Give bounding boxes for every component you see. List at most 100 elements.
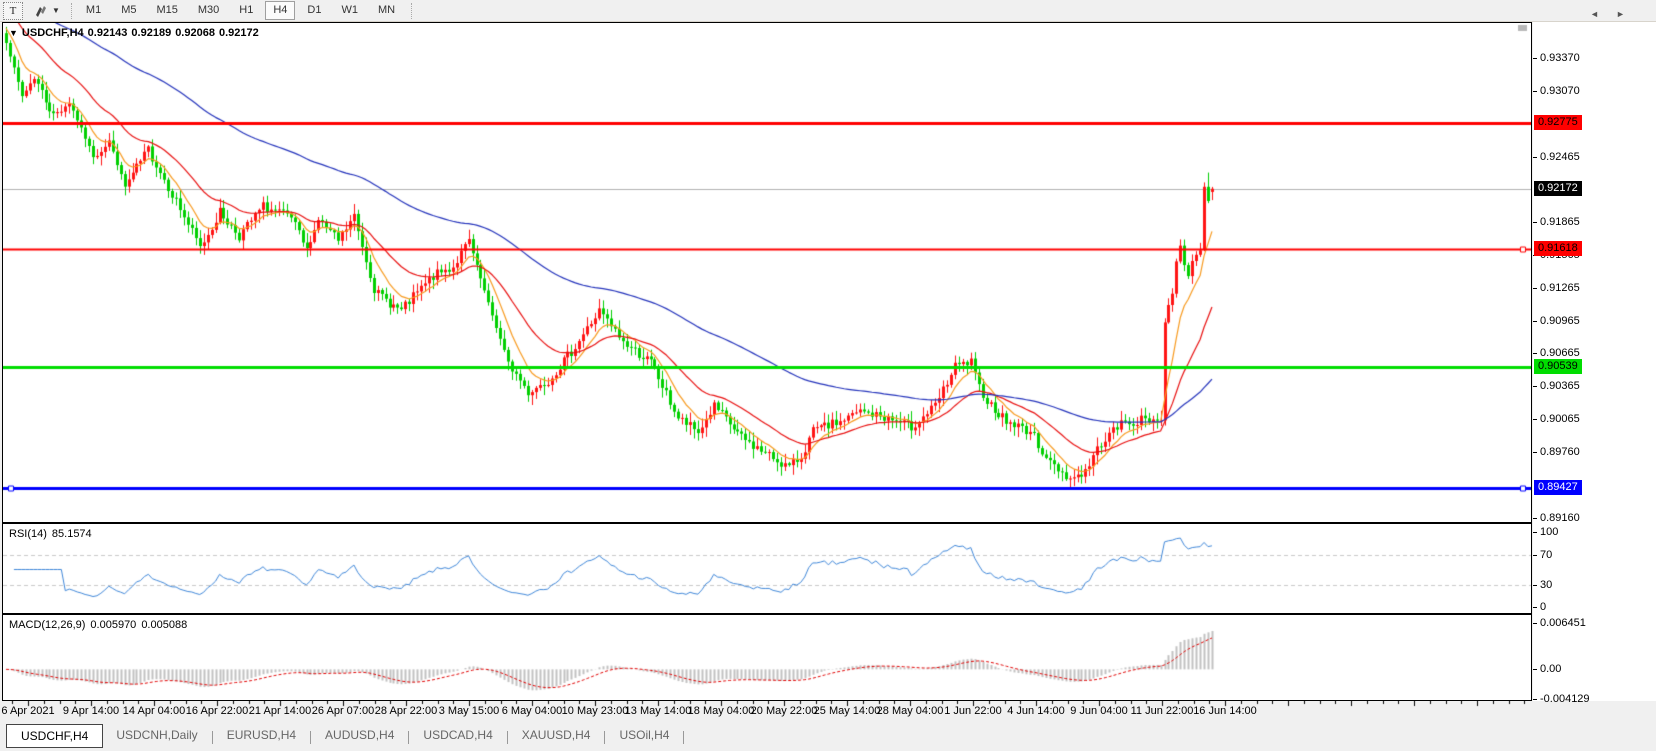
time-axis-label: 21 Apr 14:00 xyxy=(249,705,311,717)
timeframe-button-m5[interactable]: M5 xyxy=(113,1,144,20)
chart-tab-usoil[interactable]: USOil,H4 xyxy=(606,725,682,745)
price-tick-label: 0.91265 xyxy=(1540,282,1580,295)
time-axis-label: 6 Apr 2021 xyxy=(1,705,54,717)
axis-tick-mark xyxy=(1533,353,1537,354)
time-axis[interactable]: 6 Apr 20219 Apr 14:0014 Apr 04:0016 Apr … xyxy=(2,701,1532,722)
price-tick-label: 0.90965 xyxy=(1540,315,1580,328)
macd-tick-label: 0.00 xyxy=(1540,663,1561,676)
timeframe-button-mn[interactable]: MN xyxy=(370,1,403,20)
timeframe-button-h4[interactable]: H4 xyxy=(265,1,295,20)
price-tick-label: 0.89160 xyxy=(1540,512,1580,525)
tab-separator xyxy=(212,731,213,744)
macd-canvas[interactable] xyxy=(3,615,1531,700)
time-axis-label: 11 Jun 22:00 xyxy=(1131,705,1194,717)
chart-tab-usdcnh[interactable]: USDCNH,Daily xyxy=(103,725,210,745)
ohlc-high: 0.92189 xyxy=(131,27,171,39)
price-tick-label: 0.92465 xyxy=(1540,151,1580,164)
time-axis-label: 6 May 04:00 xyxy=(502,705,563,717)
chevron-down-icon: ▼ xyxy=(52,6,60,15)
chart-tab-usdchf[interactable]: USDCHF,H4 xyxy=(6,724,103,748)
axis-tick-mark xyxy=(1533,91,1537,92)
tab-separator xyxy=(683,731,684,744)
resistance-line-price-badge: 0.91618 xyxy=(1534,241,1582,256)
support-line-price-badge: 0.90539 xyxy=(1534,359,1582,374)
text-tool-button[interactable]: T xyxy=(3,2,23,20)
time-axis-label: 13 May 14:00 xyxy=(625,705,692,717)
time-axis-label: 4 Jun 14:00 xyxy=(1007,705,1065,717)
objects-tool-button[interactable]: ▼ xyxy=(31,3,63,19)
axis-tick-mark xyxy=(1533,699,1537,700)
rsi-canvas[interactable] xyxy=(3,524,1531,613)
tabs-scroll-left-icon[interactable]: ◄ xyxy=(1590,9,1599,19)
macd-tick-label: -0.004129 xyxy=(1540,693,1590,706)
axis-tick-mark xyxy=(1533,58,1537,59)
axis-tick-mark xyxy=(1533,555,1537,556)
timeframe-button-d1[interactable]: D1 xyxy=(299,1,329,20)
axis-tick-mark xyxy=(1533,623,1537,624)
time-axis-label: 14 Apr 04:00 xyxy=(123,705,185,717)
time-axis-label: 3 May 15:00 xyxy=(439,705,500,717)
macd-signal-value: 0.005088 xyxy=(141,619,187,631)
time-axis-label: 20 May 22:00 xyxy=(751,705,818,717)
rsi-tick-label: 100 xyxy=(1540,526,1558,539)
price-axis[interactable]: 0.933700.930700.924650.918650.915650.912… xyxy=(1533,22,1656,701)
time-axis-label: 28 May 04:00 xyxy=(877,705,944,717)
macd-indicator-pane[interactable]: MACD(12,26,9) 0.005970 0.005088 xyxy=(2,614,1532,701)
chart-tab-xauusd[interactable]: XAUUSD,H4 xyxy=(509,725,604,745)
price-chart-canvas[interactable] xyxy=(3,23,1531,522)
timeframe-button-w1[interactable]: W1 xyxy=(333,1,366,20)
symbol-dropdown-icon[interactable]: ▼ xyxy=(9,28,18,38)
ohlc-open: 0.92143 xyxy=(88,27,128,39)
axis-tick-mark xyxy=(1533,386,1537,387)
chart-tab-eurusd[interactable]: EURUSD,H4 xyxy=(214,725,309,745)
time-axis-label: 10 May 23:00 xyxy=(562,705,629,717)
time-axis-label: 26 Apr 07:00 xyxy=(312,705,374,717)
axis-tick-mark xyxy=(1533,288,1537,289)
tab-separator xyxy=(507,731,508,744)
price-chart-pane[interactable]: ▼USDCHF,H40.921430.921890.920680.92172 xyxy=(2,22,1532,523)
tabs-scroll-right-icon[interactable]: ► xyxy=(1616,9,1625,19)
toolbar: T ▼ M1M5M15 M30H1H4D1W1MN xyxy=(0,0,1656,22)
rsi-indicator-pane[interactable]: RSI(14)85.1574 xyxy=(2,523,1532,614)
time-axis-label: 16 Jun 14:00 xyxy=(1193,705,1257,717)
rsi-tick-label: 70 xyxy=(1540,549,1552,562)
ohlc-low: 0.92068 xyxy=(175,27,215,39)
time-axis-label: 18 May 04:00 xyxy=(688,705,755,717)
chart-tab-bar: USDCHF,H4USDCNH,DailyEURUSD,H4AUDUSD,H4U… xyxy=(0,722,1656,751)
time-axis-label: 28 Apr 22:00 xyxy=(375,705,437,717)
objects-tool-icon xyxy=(34,4,49,17)
macd-main-value: 0.005970 xyxy=(90,619,136,631)
ohlc-close: 0.92172 xyxy=(219,27,259,39)
axis-tick-mark xyxy=(1533,157,1537,158)
axis-tick-mark xyxy=(1533,518,1537,519)
time-axis-label: 9 Apr 14:00 xyxy=(63,705,119,717)
price-tick-label: 0.91865 xyxy=(1540,216,1580,229)
rsi-header: RSI(14)85.1574 xyxy=(9,528,97,540)
chart-tab-audusd[interactable]: AUDUSD,H4 xyxy=(312,725,407,745)
timeframe-button-m15[interactable]: M15 xyxy=(148,1,185,20)
timeframe-button-m1[interactable]: M1 xyxy=(78,1,109,20)
tab-separator xyxy=(408,731,409,744)
axis-tick-mark xyxy=(1533,419,1537,420)
support-line-price-badge: 0.89427 xyxy=(1534,480,1582,495)
axis-tick-mark xyxy=(1533,532,1537,533)
toolbar-separator xyxy=(71,3,72,19)
axis-tick-mark xyxy=(1533,585,1537,586)
time-axis-label: 1 Jun 22:00 xyxy=(944,705,1002,717)
rsi-tick-label: 30 xyxy=(1540,579,1552,592)
rsi-value: 85.1574 xyxy=(52,528,92,540)
axis-tick-mark xyxy=(1533,452,1537,453)
tab-separator xyxy=(604,731,605,744)
timeframe-button-m30[interactable]: M30 xyxy=(190,1,227,20)
axis-tick-mark xyxy=(1533,222,1537,223)
macd-header: MACD(12,26,9) 0.005970 0.005088 xyxy=(9,619,192,631)
chart-tab-usdcad[interactable]: USDCAD,H4 xyxy=(410,725,505,745)
current-price-badge: 0.92172 xyxy=(1534,181,1582,196)
price-tick-label: 0.93370 xyxy=(1540,52,1580,65)
macd-tick-label: 0.006451 xyxy=(1540,617,1586,630)
timeframe-button-h1[interactable]: H1 xyxy=(231,1,261,20)
macd-label: MACD(12,26,9) xyxy=(9,619,85,631)
toolbar-separator xyxy=(411,3,412,19)
price-tick-label: 0.89760 xyxy=(1540,446,1580,459)
axis-tick-mark xyxy=(1533,669,1537,670)
